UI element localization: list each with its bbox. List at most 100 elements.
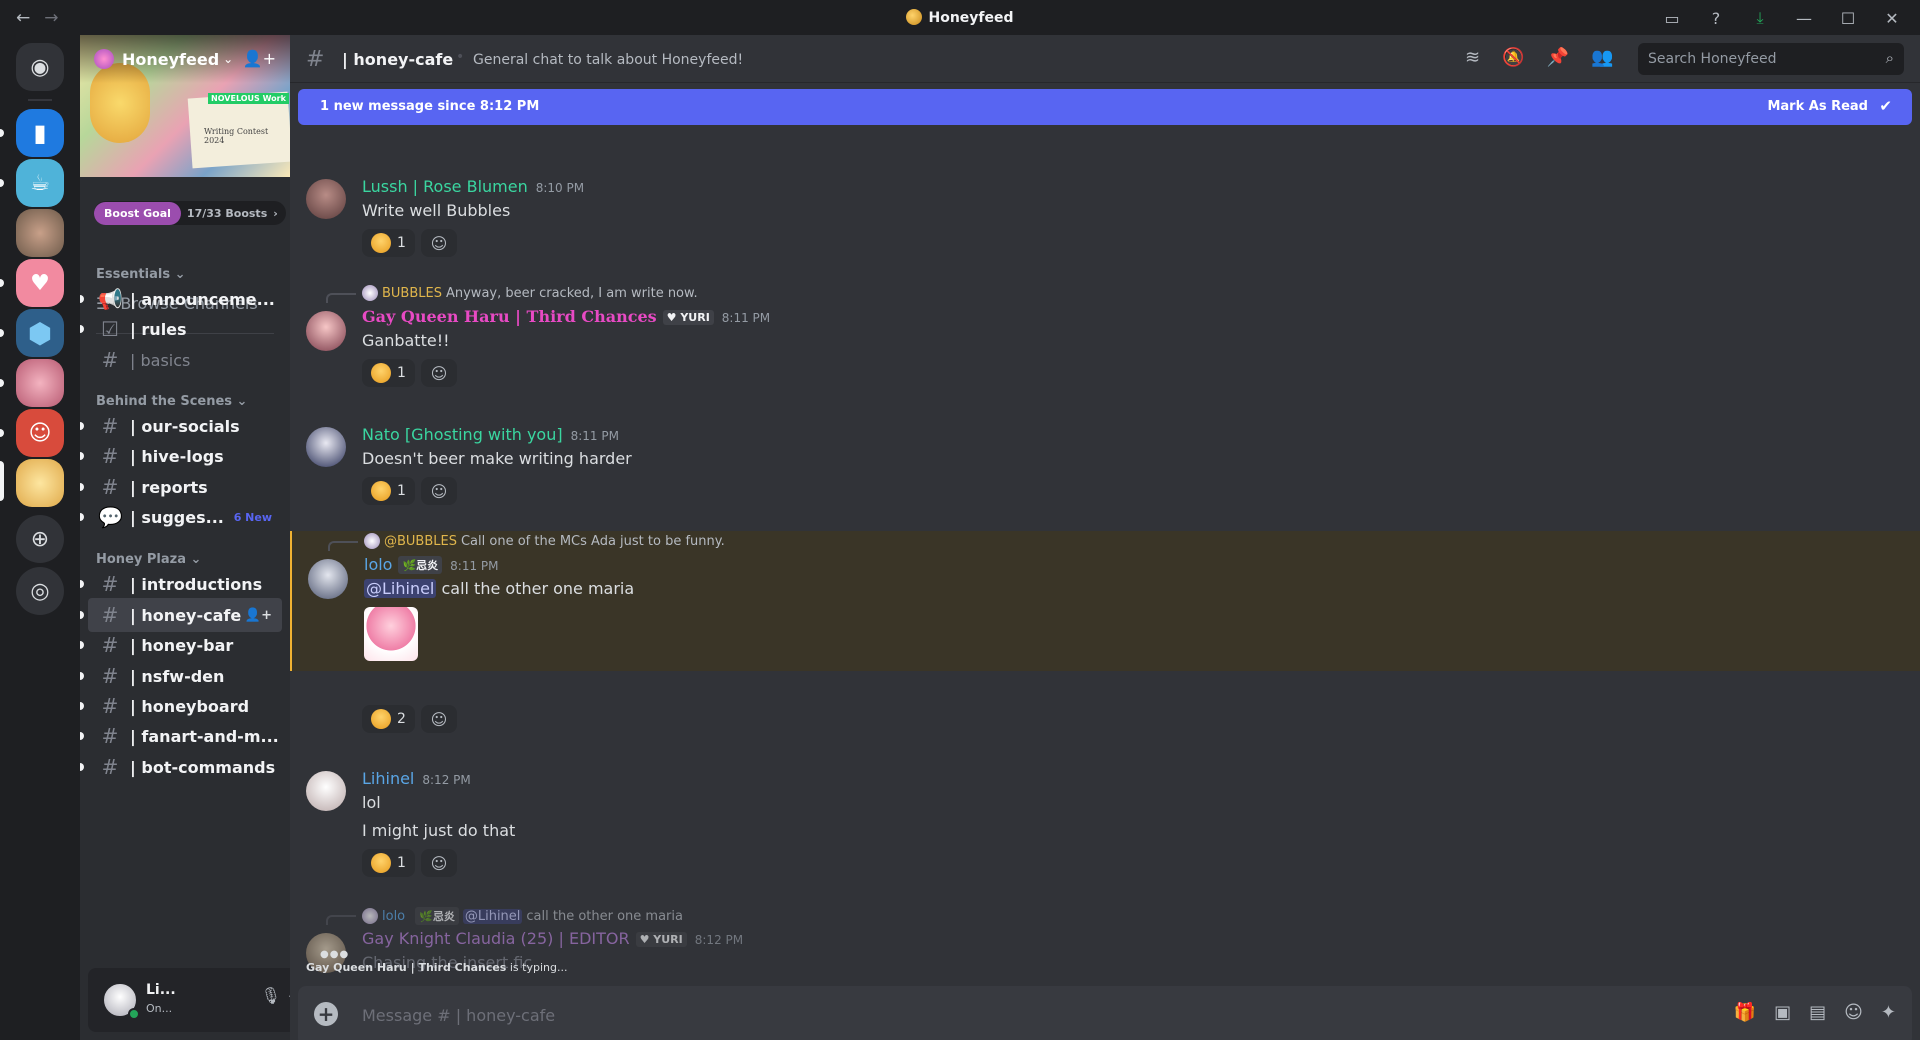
- avatar[interactable]: [308, 559, 348, 599]
- server-honeyfeed-icon[interactable]: [16, 459, 64, 507]
- voice-controls: 🎙 ⌄ 🎧 ⌄ ⚙: [261, 986, 290, 1005]
- boost-goal-bar[interactable]: Boost Goal 17/33 Boosts ›: [94, 201, 286, 225]
- new-messages-bar[interactable]: 1 new message since 8:12 PM Mark As Read…: [298, 89, 1912, 125]
- user-mention[interactable]: @Lihinel: [364, 579, 437, 598]
- reaction-pill[interactable]: 1: [362, 849, 415, 877]
- close-icon[interactable]: ✕: [1874, 5, 1910, 31]
- reaction-row: 1 ☺: [362, 359, 457, 387]
- member-list-icon[interactable]: 👥: [1591, 47, 1613, 68]
- maximize-icon[interactable]: ☐: [1830, 5, 1866, 31]
- avatar[interactable]: [306, 179, 346, 219]
- reaction-pill[interactable]: 1: [362, 229, 415, 257]
- discover-compass-icon[interactable]: ◎: [16, 567, 64, 615]
- server-robot-icon[interactable]: ☺: [16, 409, 64, 457]
- inbox-icon[interactable]: ▭: [1654, 5, 1690, 31]
- reaction-pill[interactable]: 1: [362, 359, 415, 387]
- channel-title: | honey-cafe: [342, 50, 454, 69]
- help-icon[interactable]: ?: [1698, 5, 1734, 31]
- gif-icon[interactable]: ▣: [1774, 1002, 1791, 1023]
- channel-honey-cafe[interactable]: # | honey-cafe 👤+: [80, 598, 282, 632]
- mark-as-read-button[interactable]: Mark As Read: [1767, 99, 1868, 114]
- add-reaction-icon[interactable]: ☺: [420, 477, 457, 505]
- channel-our-socials[interactable]: # | our-socials: [80, 409, 282, 443]
- server-banner[interactable]: NOVELOUS Work Writing Contest 2024 Honey…: [80, 35, 290, 177]
- message-author[interactable]: Nato [Ghosting with you] 8:11 PM: [362, 425, 619, 444]
- mark-read-icon: ✔: [1879, 97, 1892, 115]
- emoji-icon[interactable]: ☺: [1844, 1002, 1863, 1023]
- unread-pill: [0, 429, 4, 437]
- server-pink-art-icon[interactable]: [16, 359, 64, 407]
- minimize-icon[interactable]: —: [1786, 5, 1822, 31]
- apps-icon[interactable]: ✦: [1881, 1002, 1896, 1023]
- unread-dot: [80, 672, 84, 680]
- sticker-image[interactable]: [364, 607, 418, 661]
- add-member-icon[interactable]: 👤+: [245, 608, 272, 623]
- reply-reference[interactable]: lolo 🌿忌炎 @Lihinel call the other one maria: [362, 907, 683, 925]
- reaction-count: 1: [397, 235, 406, 251]
- server-pink-mug-icon[interactable]: ♥: [16, 259, 64, 307]
- channel-fanart[interactable]: # | fanart-and-m...: [80, 719, 282, 753]
- avatar[interactable]: [306, 427, 346, 467]
- message: BUBBLES Anyway, beer cracked, I am write …: [290, 283, 1920, 393]
- message-author[interactable]: Lussh | Rose Blumen 8:10 PM: [362, 177, 584, 196]
- server-hexagon-icon[interactable]: ⬢: [16, 309, 64, 357]
- message-author[interactable]: Gay Knight Claudia (25) | EDITOR ♥ YURI 8:…: [362, 929, 743, 948]
- invite-people-icon[interactable]: 👤+: [243, 49, 276, 68]
- message-input[interactable]: Message # | honey-cafe: [362, 1006, 555, 1025]
- add-reaction-icon[interactable]: ☺: [420, 359, 457, 387]
- message-author[interactable]: lolo 🌿忌炎 8:11 PM: [364, 555, 499, 574]
- unread-dot: [80, 452, 84, 460]
- reaction-pill[interactable]: 1: [362, 477, 415, 505]
- threads-icon[interactable]: ≋: [1465, 47, 1480, 68]
- upload-plus-button[interactable]: +: [314, 1002, 338, 1026]
- add-server-icon[interactable]: ⊕: [16, 515, 64, 563]
- message-time: 8:10 PM: [535, 181, 585, 195]
- reply-reference[interactable]: @BUBBLES Call one of the MCs Ada just to …: [364, 533, 725, 549]
- channel-announcements[interactable]: 📢 | announceme...: [80, 282, 282, 316]
- channel-nsfw-den[interactable]: # | nsfw-den: [80, 659, 282, 693]
- category-essentials[interactable]: Essentials ⌄: [96, 267, 185, 282]
- home-discord-icon[interactable]: ◉: [16, 43, 64, 91]
- reaction-pill[interactable]: 2: [362, 705, 415, 733]
- server-rail: ◉ ▮ ☕ ♥ ⬢ ☺ ⊕ ◎: [0, 35, 80, 1040]
- server-anime-duo-icon[interactable]: [16, 209, 64, 257]
- user-name[interactable]: Li...: [146, 982, 176, 998]
- message-text: Doesn't beer make writing harder: [362, 449, 632, 468]
- channel-honeyboard[interactable]: # | honeyboard: [80, 689, 282, 723]
- download-icon[interactable]: ⤓: [1742, 5, 1778, 31]
- reply-reference[interactable]: BUBBLES Anyway, beer cracked, I am write …: [362, 285, 698, 301]
- channel-suggestions[interactable]: 💬 | sugges... 6 New: [80, 500, 282, 534]
- channel-rules[interactable]: ☑ | rules: [80, 312, 282, 346]
- microphone-icon[interactable]: 🎙: [261, 986, 281, 1005]
- megaphone-icon: 📢: [98, 287, 123, 311]
- category-behind-the-scenes[interactable]: Behind the Scenes ⌄: [96, 394, 247, 409]
- channel-reports[interactable]: # | reports: [80, 470, 282, 504]
- online-status-icon: [128, 1008, 140, 1020]
- server-blue-book-icon[interactable]: ▮: [16, 109, 64, 157]
- add-reaction-icon[interactable]: ☺: [420, 229, 457, 257]
- avatar[interactable]: [306, 311, 346, 351]
- add-reaction-icon[interactable]: ☺: [420, 849, 457, 877]
- pin-icon[interactable]: 📌: [1547, 47, 1569, 68]
- hash-icon: #: [101, 475, 119, 499]
- avatar[interactable]: [306, 771, 346, 811]
- channel-topic[interactable]: General chat to talk about Honeyfeed!: [473, 52, 743, 68]
- message-text: @Lihinel call the other one maria: [364, 579, 634, 598]
- channel-introductions[interactable]: # | introductions: [80, 567, 282, 601]
- channel-hive-logs[interactable]: # | hive-logs: [80, 439, 282, 473]
- message-author[interactable]: Lihinel 8:12 PM: [362, 769, 471, 788]
- channel-honey-bar[interactable]: # | honey-bar: [80, 628, 282, 662]
- category-honey-plaza[interactable]: Honey Plaza ⌄: [96, 552, 201, 567]
- gift-icon[interactable]: 🎁: [1734, 1002, 1756, 1023]
- hash-icon: #: [101, 755, 119, 779]
- mute-bell-icon[interactable]: 🔕: [1502, 47, 1524, 68]
- reaction-emoji-icon: [371, 709, 391, 729]
- message-author[interactable]: Gay Queen Haru | Third Chances ♥ YURI 8:11…: [362, 307, 770, 326]
- sticker-icon[interactable]: ▤: [1809, 1002, 1826, 1023]
- add-reaction-icon[interactable]: ☺: [420, 705, 457, 733]
- search-input[interactable]: Search Honeyfeed ⌕: [1638, 43, 1904, 75]
- channel-basics[interactable]: # | basics: [88, 343, 282, 377]
- reaction-count: 1: [397, 483, 406, 499]
- channel-bot-commands[interactable]: # | bot-commands: [80, 750, 282, 784]
- server-cafe-cup-icon[interactable]: ☕: [16, 159, 64, 207]
